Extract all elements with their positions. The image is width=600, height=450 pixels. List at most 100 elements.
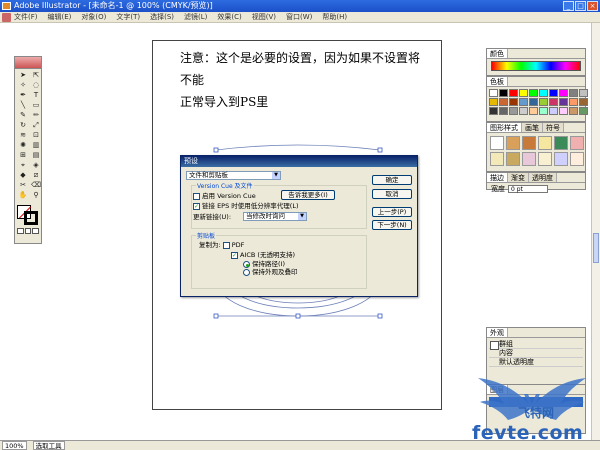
swatch-15[interactable] — [539, 98, 548, 106]
cancel-button[interactable]: 取消 — [372, 189, 412, 199]
paintbrush-tool-icon[interactable]: ✎ — [17, 111, 29, 120]
swatch-7[interactable] — [559, 89, 568, 97]
color-spectrum-bar[interactable] — [491, 61, 581, 71]
tool-palette-header[interactable] — [15, 57, 41, 69]
swatch-0[interactable] — [489, 89, 498, 97]
learn-more-button[interactable]: 告诉我更多(I) — [281, 190, 335, 200]
eraser-tool-icon[interactable]: ⌫ — [30, 181, 42, 190]
scale-tool-icon[interactable]: ⤢ — [30, 121, 42, 130]
swatch-28[interactable] — [569, 107, 578, 115]
swatch-14[interactable] — [529, 98, 538, 106]
swatch-12[interactable] — [509, 98, 518, 106]
pen-tool-icon[interactable]: ✒ — [17, 91, 29, 100]
graph-tool-icon[interactable]: ▥ — [30, 141, 42, 150]
link-eps-checkbox[interactable]: ✓ — [193, 202, 200, 210]
tab-color[interactable]: 颜色 — [487, 49, 508, 58]
style-bevel[interactable] — [522, 136, 536, 150]
preferences-section-select[interactable]: 文件和剪贴板 ▼ — [186, 171, 281, 180]
ok-button[interactable]: 确定 — [372, 175, 412, 185]
selection-tool-icon[interactable]: ➤ — [17, 71, 29, 80]
swatch-2[interactable] — [509, 89, 518, 97]
minimize-button[interactable]: _ — [563, 1, 574, 11]
update-links-select[interactable]: 当修改时询问 ▼ — [243, 212, 307, 221]
style-lilac[interactable] — [522, 152, 536, 166]
swatch-23[interactable] — [519, 107, 528, 115]
hand-tool-icon[interactable]: ✋ — [17, 191, 29, 200]
menu-edit[interactable]: 编辑(E) — [48, 12, 72, 22]
style-light[interactable] — [570, 152, 584, 166]
keep-appearance-radio[interactable] — [243, 268, 250, 276]
tab-symbols[interactable]: 符号 — [543, 123, 564, 132]
scissors-tool-icon[interactable]: ✂ — [17, 181, 29, 190]
swatch-8[interactable] — [569, 89, 578, 97]
tab-brushes[interactable]: 画笔 — [522, 123, 543, 132]
menu-object[interactable]: 对象(O) — [81, 12, 106, 22]
rotate-tool-icon[interactable]: ↻ — [17, 121, 29, 130]
tab-graphic-styles[interactable]: 图形样式 — [487, 123, 522, 132]
menu-type[interactable]: 文字(T) — [116, 12, 140, 22]
fill-stroke-swatch[interactable] — [17, 205, 39, 225]
tab-appearance[interactable]: 外观 — [487, 328, 508, 337]
zoom-tool-icon[interactable]: ⚲ — [30, 191, 42, 200]
swatch-29[interactable] — [579, 107, 588, 115]
swatch-5[interactable] — [539, 89, 548, 97]
rectangle-tool-icon[interactable]: ▭ — [30, 101, 42, 110]
mesh-tool-icon[interactable]: ⊞ — [17, 151, 29, 160]
symbol-sprayer-tool-icon[interactable]: ✺ — [17, 141, 29, 150]
eyedropper-tool-icon[interactable]: ⌖ — [17, 161, 29, 170]
swatch-9[interactable] — [579, 89, 588, 97]
line-tool-icon[interactable]: ╲ — [17, 101, 29, 110]
next-button[interactable]: 下一步(N) — [372, 220, 412, 230]
swatch-19[interactable] — [579, 98, 588, 106]
tab-transparency[interactable]: 透明度 — [529, 173, 557, 182]
swatch-4[interactable] — [529, 89, 538, 97]
none-mode-icon[interactable] — [32, 228, 40, 234]
stroke-weight-field[interactable]: 0 pt — [508, 185, 548, 193]
aicb-checkbox[interactable]: ✓ — [231, 251, 238, 259]
zoom-level-field[interactable]: 100% — [2, 441, 27, 450]
style-gold[interactable] — [506, 152, 520, 166]
style-default[interactable] — [490, 136, 504, 150]
menu-window[interactable]: 窗口(W) — [286, 12, 312, 22]
blend-tool-icon[interactable]: ◈ — [30, 161, 42, 170]
swatch-27[interactable] — [559, 107, 568, 115]
style-cream[interactable] — [538, 152, 552, 166]
swatch-16[interactable] — [549, 98, 558, 106]
menu-effect[interactable]: 效果(C) — [217, 12, 241, 22]
menu-help[interactable]: 帮助(H) — [322, 12, 347, 22]
tab-swatches[interactable]: 色板 — [487, 77, 508, 86]
chevron-down-icon[interactable]: ▼ — [272, 172, 280, 179]
style-pink[interactable] — [570, 136, 584, 150]
keep-paths-radio[interactable] — [243, 260, 250, 268]
pencil-tool-icon[interactable]: ✏ — [30, 111, 42, 120]
appearance-contents[interactable]: 内容 — [489, 349, 583, 358]
slice-tool-icon[interactable]: ⧄ — [30, 171, 42, 180]
direct-selection-tool-icon[interactable]: ⇱ — [30, 71, 42, 80]
close-button[interactable]: × — [587, 1, 598, 11]
warp-tool-icon[interactable]: ≋ — [17, 131, 29, 140]
swatch-17[interactable] — [559, 98, 568, 106]
swatch-10[interactable] — [489, 98, 498, 106]
live-paint-tool-icon[interactable]: ◆ — [17, 171, 29, 180]
appearance-group[interactable]: 群组 — [489, 340, 583, 350]
enable-version-cue-checkbox[interactable] — [193, 192, 200, 200]
free-transform-tool-icon[interactable]: ⊡ — [30, 131, 42, 140]
style-green-ring[interactable] — [554, 136, 568, 150]
type-tool-icon[interactable]: T — [30, 91, 42, 100]
lasso-tool-icon[interactable]: ◌ — [30, 81, 42, 90]
swatch-24[interactable] — [529, 107, 538, 115]
style-blue[interactable] — [554, 152, 568, 166]
swatch-13[interactable] — [519, 98, 528, 106]
swatch-18[interactable] — [569, 98, 578, 106]
style-wood[interactable] — [506, 136, 520, 150]
swatch-1[interactable] — [499, 89, 508, 97]
menu-select[interactable]: 选择(S) — [150, 12, 174, 22]
appearance-default-transparency[interactable]: 默认透明度 — [489, 358, 583, 367]
maximize-button[interactable]: □ — [575, 1, 586, 11]
menu-file[interactable]: 文件(F) — [14, 12, 38, 22]
magic-wand-tool-icon[interactable]: ✧ — [17, 81, 29, 90]
swatch-22[interactable] — [509, 107, 518, 115]
style-soft[interactable] — [538, 136, 552, 150]
gradient-tool-icon[interactable]: ▤ — [30, 151, 42, 160]
pdf-checkbox[interactable] — [222, 241, 230, 249]
